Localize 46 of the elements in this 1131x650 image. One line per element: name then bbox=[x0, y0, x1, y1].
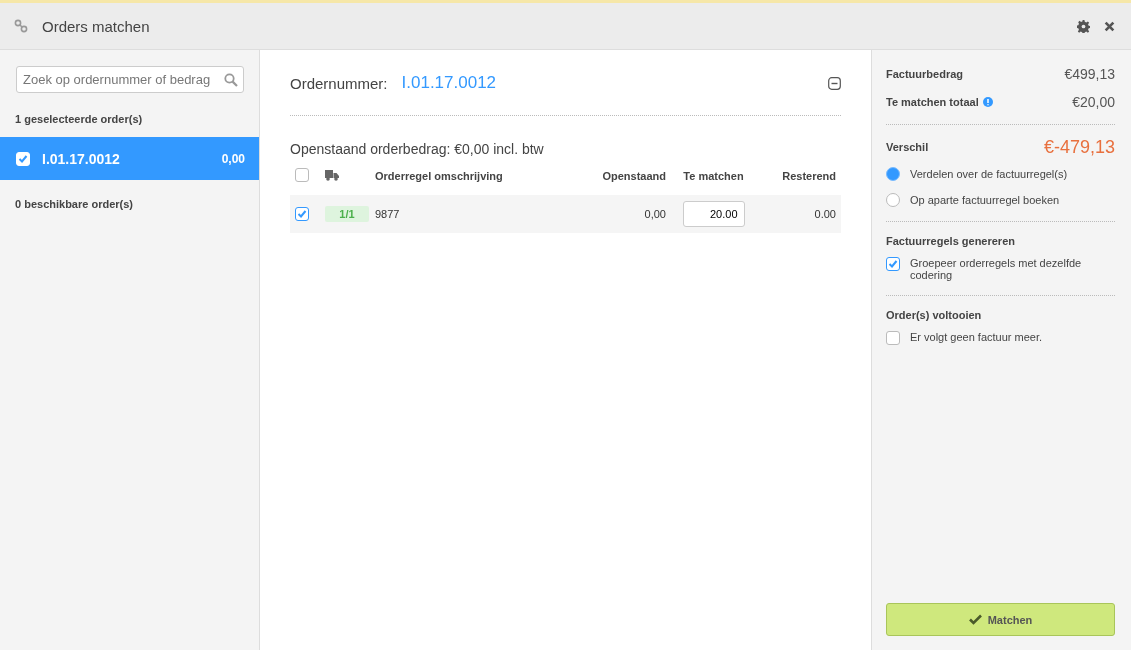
difference-amount: €-479,13 bbox=[1043, 136, 1115, 158]
checkmark-icon bbox=[968, 614, 982, 625]
truck-icon bbox=[325, 169, 339, 181]
selected-orders-heading: 1 geselecteerde order(s) bbox=[15, 113, 144, 127]
column-header: Openstaand bbox=[601, 170, 666, 182]
match-total-amount: €20,00 bbox=[1072, 94, 1115, 110]
info-icon[interactable] bbox=[982, 97, 993, 107]
table-cell-text: 0,00 bbox=[643, 208, 666, 220]
section-heading: Factuurregels genereren bbox=[886, 235, 1016, 247]
section-heading: Order(s) voltooien bbox=[886, 309, 983, 321]
table-cell-text: 9877 bbox=[375, 208, 401, 220]
search-field[interactable]: Zoek op ordernummer of bedrag bbox=[16, 66, 244, 93]
select-all-checkbox[interactable] bbox=[295, 168, 309, 182]
close-icon[interactable] bbox=[1104, 20, 1115, 32]
available-orders-heading: 0 beschikbare order(s) bbox=[15, 198, 134, 212]
search-icon bbox=[224, 72, 238, 87]
option-label: Groepeer orderregels met dezelfde codering bbox=[910, 257, 1083, 281]
column-header: Orderregel omschrijving bbox=[375, 170, 504, 182]
option-label: Er volgt geen factuur meer. bbox=[910, 331, 1043, 343]
column-header: Te matchen bbox=[682, 170, 745, 182]
option-label: Verdelen over de factuurregel(s) bbox=[910, 168, 1068, 180]
difference-label: Verschil bbox=[886, 141, 929, 153]
option-label: Op aparte factuurregel boeken bbox=[910, 194, 1060, 206]
window-title: Orders matchen bbox=[42, 17, 150, 35]
order-number: I.01.17.0012 bbox=[42, 150, 120, 167]
order-list-item[interactable]: I.01.17.0012 0,00 bbox=[0, 137, 259, 180]
outstanding-amount: Openstaand orderbedrag: €0,00 incl. btw bbox=[290, 141, 545, 157]
match-button[interactable]: Matchen bbox=[886, 603, 1115, 636]
amount-input[interactable]: 20.00 bbox=[682, 201, 745, 227]
invoice-amount-label: Factuurbedrag bbox=[886, 68, 963, 80]
radio-button[interactable] bbox=[886, 167, 900, 181]
delivery-badge: 1/1 bbox=[325, 206, 369, 222]
settings-icon[interactable] bbox=[1077, 19, 1090, 33]
order-number: I.01.17.0012 bbox=[401, 73, 497, 93]
checkbox[interactable] bbox=[886, 257, 900, 271]
collapse-icon[interactable] bbox=[828, 76, 841, 90]
match-total-label: Te matchen totaal bbox=[886, 96, 979, 108]
order-number-label: Ordernummer: bbox=[290, 74, 388, 92]
table-cell-text: 0.00 bbox=[813, 208, 837, 220]
column-header: Resterend bbox=[781, 170, 837, 182]
checkbox[interactable] bbox=[886, 331, 900, 345]
radio-button[interactable] bbox=[886, 193, 900, 207]
checkbox[interactable] bbox=[295, 207, 309, 221]
link-icon bbox=[14, 19, 28, 33]
order-amount: 0,00 bbox=[221, 151, 245, 166]
invoice-amount: €499,13 bbox=[1064, 66, 1115, 82]
